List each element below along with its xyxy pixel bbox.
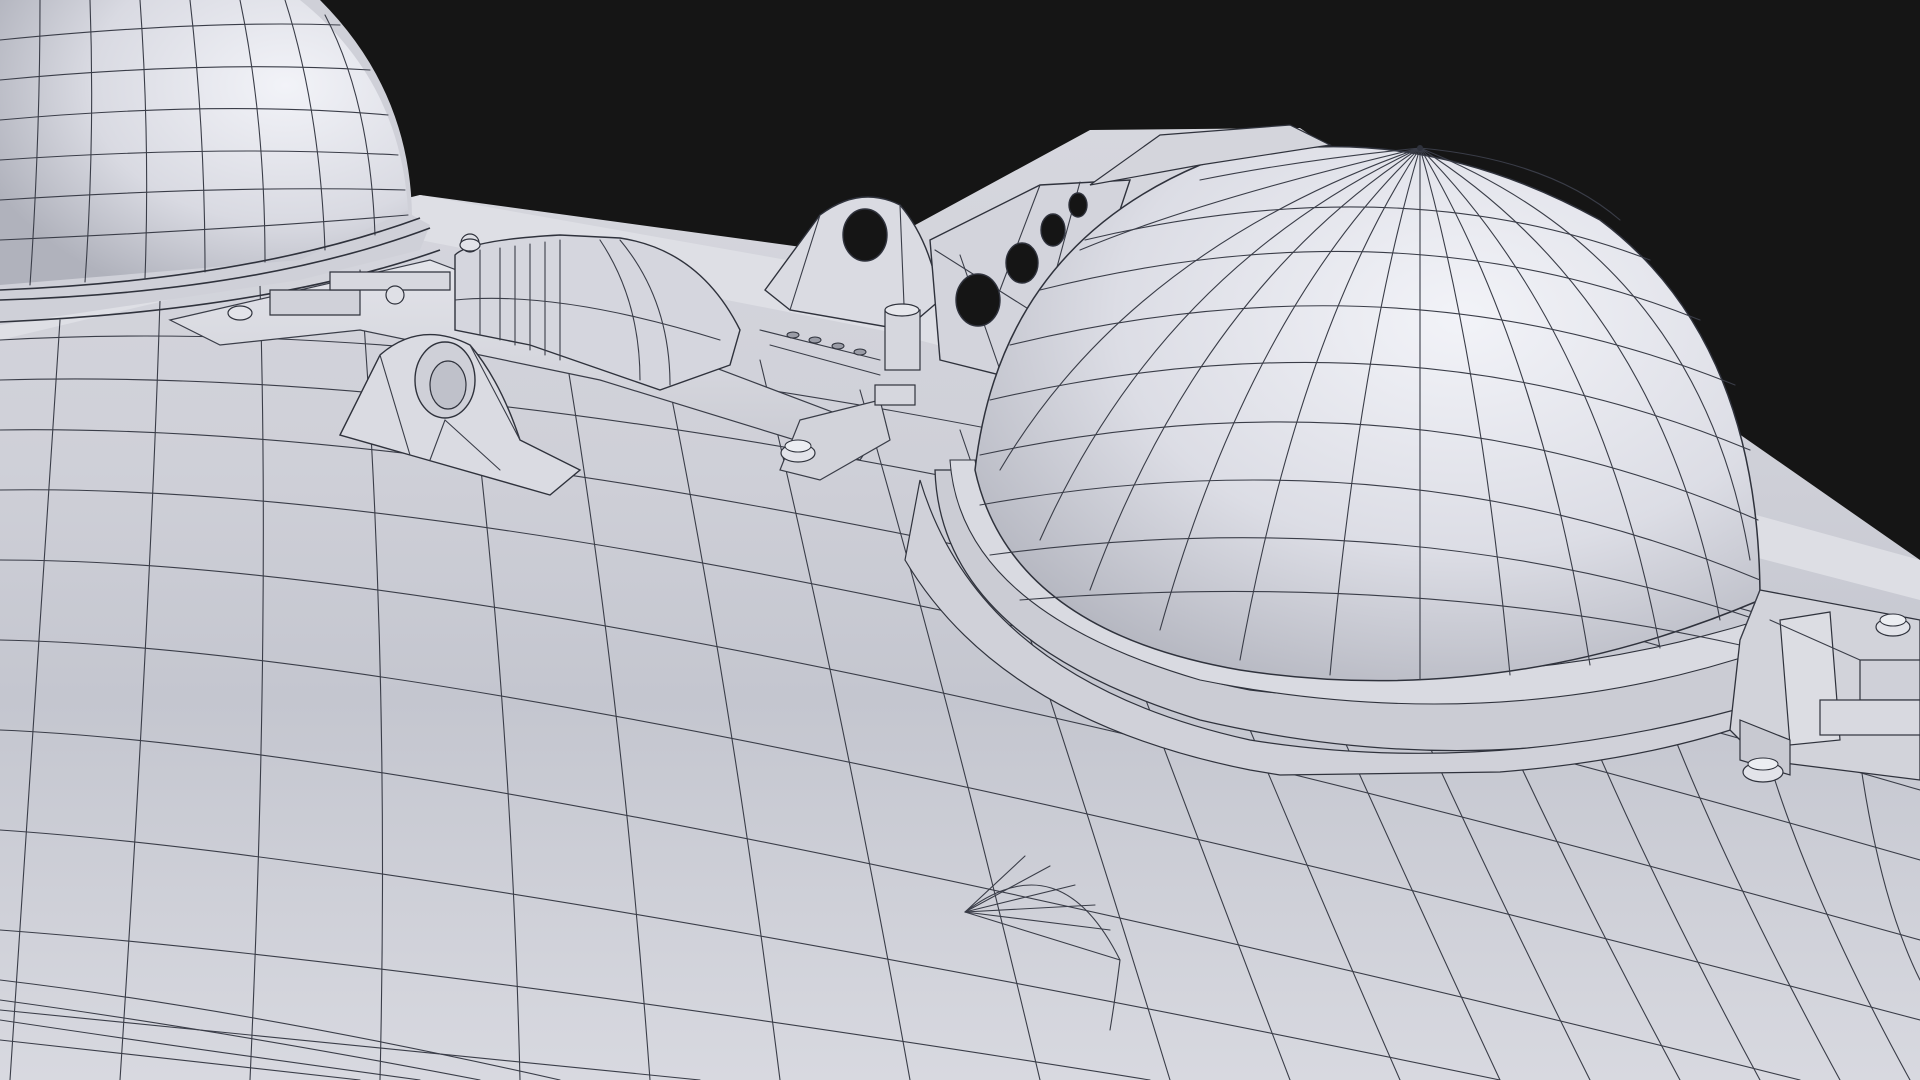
- mesh-render: [0, 0, 1920, 1080]
- vent-hole: [955, 273, 1001, 327]
- vent-hole: [1040, 213, 1066, 247]
- 3d-viewport[interactable]: [0, 0, 1920, 1080]
- vent-hole: [1005, 242, 1039, 284]
- vent-hole: [1068, 192, 1088, 218]
